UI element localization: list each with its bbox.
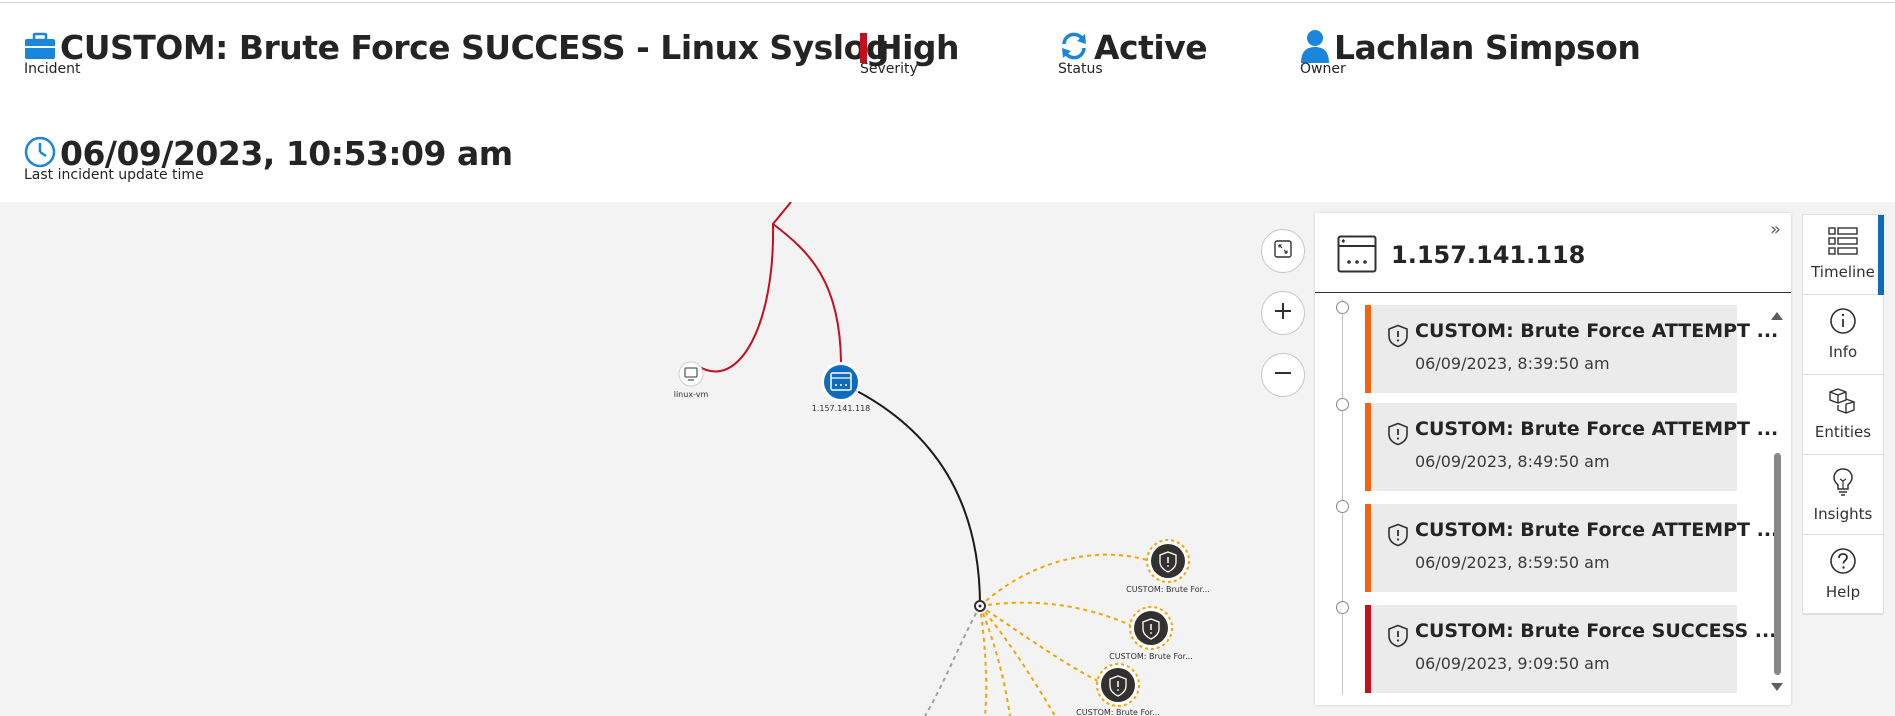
fit-screen-icon xyxy=(1273,239,1293,263)
status-block: Active Status xyxy=(1058,28,1208,77)
tab-label: Entities xyxy=(1814,423,1872,441)
graph-edge xyxy=(979,553,1154,607)
alert-title: CUSTOM: Brute Force SUCCESS ... xyxy=(1415,620,1777,642)
alert-node[interactable]: CUSTOM: Brute For... xyxy=(1076,663,1160,716)
zoom-in-button[interactable] xyxy=(1261,291,1305,335)
severity-indicator xyxy=(860,32,867,63)
scroll-down-arrow[interactable] xyxy=(1771,683,1783,691)
timeline-dot xyxy=(1336,500,1349,513)
timeline-icon xyxy=(1828,227,1858,259)
alert-shield-icon xyxy=(1387,523,1409,551)
alert-title: CUSTOM: Brute Force ATTEMPT ... xyxy=(1415,519,1779,541)
graph-edge xyxy=(979,605,1101,683)
entities-icon xyxy=(1828,387,1858,419)
status-value: Active xyxy=(1094,28,1208,67)
node-label: linux-vm xyxy=(674,390,709,399)
timeline-dot xyxy=(1336,601,1349,614)
tab-info[interactable]: Info xyxy=(1803,295,1883,375)
severity-stripe xyxy=(1365,605,1371,693)
severity-stripe xyxy=(1365,504,1371,592)
panel-title: 1.157.141.118 xyxy=(1391,241,1586,269)
entity-details-panel: 1.157.141.118 » CUSTOM: Brute Force ATTE… xyxy=(1315,213,1791,705)
side-tab-bar: Timeline Info Entities Insights Help xyxy=(1802,214,1884,615)
owner-value: Lachlan Simpson xyxy=(1334,28,1641,67)
severity-block: High Severity xyxy=(860,28,960,77)
update-time-block: 06/09/2023, 10:53:09 am Last incident up… xyxy=(24,134,513,183)
node-label: 1.157.141.118 xyxy=(812,404,871,413)
tab-entities[interactable]: Entities xyxy=(1803,375,1883,455)
severity-stripe xyxy=(1365,305,1371,393)
node-label: CUSTOM: Brute For... xyxy=(1109,652,1193,661)
help-icon xyxy=(1829,547,1857,579)
node-label: CUSTOM: Brute For... xyxy=(1076,708,1160,716)
incident-title-block: CUSTOM: Brute Force SUCCESS - Linux Sysl… xyxy=(24,28,889,77)
graph-edge xyxy=(772,223,842,363)
timeline-alert-card[interactable]: CUSTOM: Brute Force ATTEMPT ... 06/09/20… xyxy=(1365,403,1778,491)
ip-node-selected[interactable]: 1.157.141.118 xyxy=(812,362,871,413)
ip-entity-icon xyxy=(1337,235,1377,277)
alert-node[interactable]: CUSTOM: Brute For... xyxy=(1126,539,1210,594)
scroll-up-arrow[interactable] xyxy=(1771,312,1783,320)
graph-hub-node[interactable] xyxy=(974,600,986,612)
graph-edge xyxy=(979,605,988,716)
tab-help[interactable]: Help xyxy=(1803,535,1883,615)
tab-insights[interactable]: Insights xyxy=(1803,455,1883,535)
timeline-dot xyxy=(1336,398,1349,411)
graph-edge xyxy=(979,605,1056,716)
tab-label: Info xyxy=(1828,343,1858,361)
zoom-out-icon xyxy=(1272,362,1294,388)
info-icon xyxy=(1829,307,1857,339)
alert-time: 06/09/2023, 9:09:50 am xyxy=(1415,654,1610,673)
tab-timeline[interactable]: Timeline xyxy=(1803,215,1884,295)
graph-edge xyxy=(924,605,981,716)
alert-time: 06/09/2023, 8:59:50 am xyxy=(1415,553,1610,572)
incident-title: CUSTOM: Brute Force SUCCESS - Linux Sysl… xyxy=(60,28,889,67)
lightbulb-icon xyxy=(1831,467,1855,501)
tab-label: Insights xyxy=(1813,505,1873,523)
severity-stripe xyxy=(1365,403,1371,491)
alert-time: 06/09/2023, 8:39:50 am xyxy=(1415,354,1610,373)
active-tab-indicator xyxy=(1878,215,1884,295)
graph-edge xyxy=(979,605,1011,716)
timeline-dot xyxy=(1336,301,1349,314)
alert-title: CUSTOM: Brute Force ATTEMPT ... xyxy=(1415,418,1779,440)
zoom-out-button[interactable] xyxy=(1261,353,1305,397)
zoom-in-icon xyxy=(1272,300,1294,326)
owner-block: Lachlan Simpson Owner xyxy=(1300,28,1641,77)
timeline-alert-card[interactable]: CUSTOM: Brute Force ATTEMPT ... 06/09/20… xyxy=(1365,504,1778,592)
alert-title: CUSTOM: Brute Force ATTEMPT ... xyxy=(1415,320,1779,342)
scrollbar-thumb[interactable] xyxy=(1774,453,1781,675)
panel-header: 1.157.141.118 » xyxy=(1315,213,1791,293)
timeline-alert-card[interactable]: CUSTOM: Brute Force SUCCESS ... 06/09/20… xyxy=(1365,605,1776,693)
tab-label: Timeline xyxy=(1811,263,1875,281)
tab-label: Help xyxy=(1825,583,1861,601)
collapse-panel-icon[interactable]: » xyxy=(1770,219,1781,240)
node-label: CUSTOM: Brute For... xyxy=(1126,585,1210,594)
briefcase-icon xyxy=(24,32,56,64)
graph-edge xyxy=(979,601,1136,628)
timeline-alert-card[interactable]: CUSTOM: Brute Force ATTEMPT ... 06/09/20… xyxy=(1365,305,1778,393)
alert-shield-icon xyxy=(1387,624,1409,652)
timeline-axis xyxy=(1342,299,1343,695)
top-divider xyxy=(0,2,1895,3)
alert-time: 06/09/2023, 8:49:50 am xyxy=(1415,452,1610,471)
fit-to-screen-button[interactable] xyxy=(1261,229,1305,273)
alert-node[interactable]: CUSTOM: Brute For... xyxy=(1109,606,1193,661)
alert-shield-icon xyxy=(1387,324,1409,352)
host-node-linux-vm[interactable]: linux-vm xyxy=(674,361,709,399)
graph-edge xyxy=(854,389,981,607)
alert-shield-icon xyxy=(1387,422,1409,450)
